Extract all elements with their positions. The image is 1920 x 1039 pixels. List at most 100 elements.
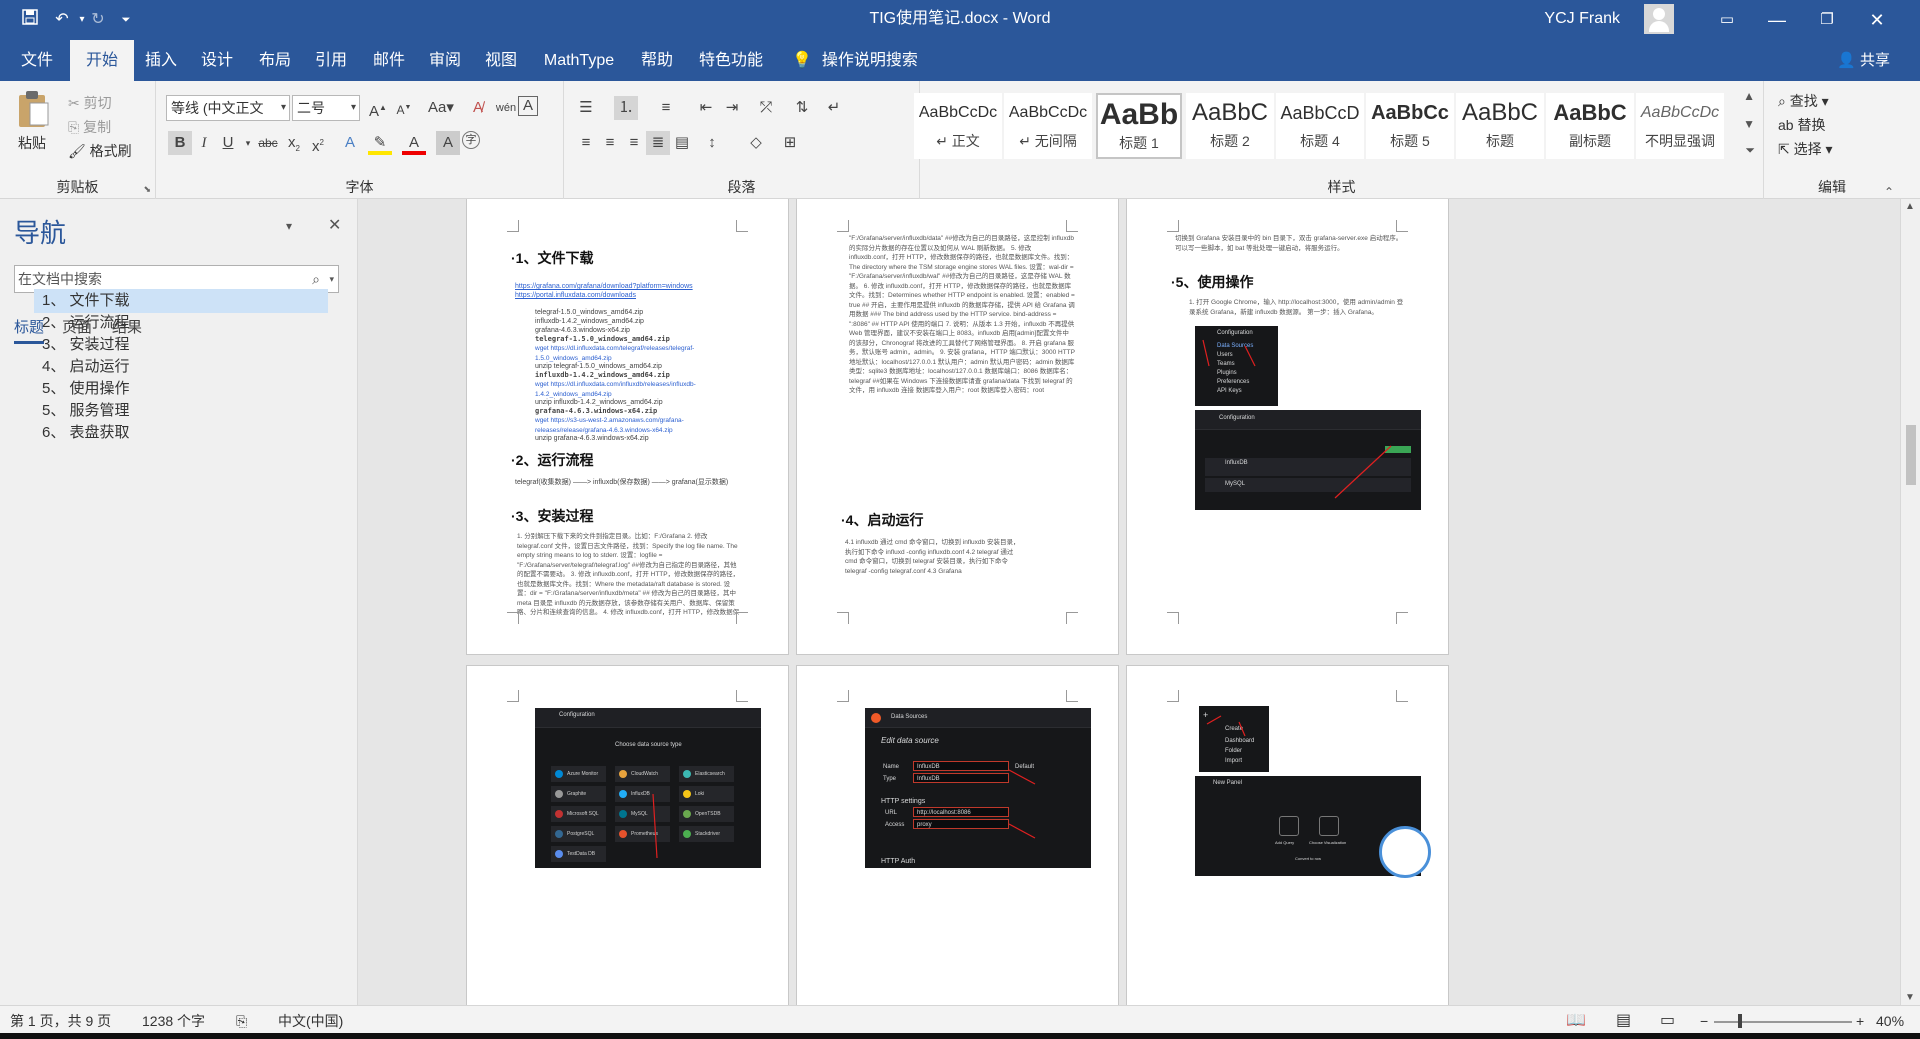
document-page[interactable]: + Create Dashboard Folder Import New Pan… (1126, 665, 1449, 1005)
scroll-down-icon[interactable]: ▼ (1905, 992, 1915, 1003)
select-button[interactable]: ⇱ 选择 ▾ (1778, 139, 1833, 159)
change-case-icon[interactable]: Aa▾ (424, 96, 458, 120)
tab-help[interactable]: 帮助 (634, 40, 680, 81)
nav-options-icon[interactable]: ▾ (286, 219, 292, 233)
copy-button[interactable]: ⎘ 复制 (68, 117, 111, 137)
tab-insert[interactable]: 插入 (138, 40, 184, 81)
restore-icon[interactable]: ❐ (1804, 0, 1850, 40)
web-layout-icon[interactable]: ▭ (1660, 1006, 1675, 1036)
style-no-spacing[interactable]: AaBbCcDc ↵ 无间隔 (1004, 93, 1092, 159)
cut-button[interactable]: ✂ 剪切 (68, 93, 112, 113)
word-count[interactable]: 1238 个字 (142, 1006, 205, 1036)
zoom-slider[interactable] (1714, 1021, 1852, 1023)
nav-close-icon[interactable]: ✕ (328, 215, 341, 235)
borders-icon[interactable]: ⊞ (778, 131, 802, 155)
align-left-icon[interactable]: ≡ (574, 131, 598, 155)
document-page[interactable]: ·1、文件下载 https://grafana.com/grafana/down… (466, 199, 789, 655)
read-mode-icon[interactable]: 📖 (1566, 1006, 1586, 1036)
language[interactable]: 中文(中国) (278, 1006, 343, 1036)
text-effects-icon[interactable]: A (338, 131, 362, 155)
nav-heading-item[interactable]: 5、 服务管理 (34, 399, 328, 423)
tab-references[interactable]: 引用 (308, 40, 354, 81)
font-size-combo[interactable]: 二号 ▾ (292, 95, 360, 121)
tell-me-search[interactable]: 💡 操作说明搜索 (792, 40, 918, 81)
vertical-scrollbar[interactable]: ▲ ▼ (1900, 199, 1920, 1005)
scroll-up-icon[interactable]: ▲ (1905, 201, 1915, 212)
nav-heading-item[interactable]: 6、 表盘获取 (34, 421, 328, 445)
subscript-icon[interactable]: x2 (282, 131, 306, 155)
style-heading-2[interactable]: AaBbC 标题 2 (1186, 93, 1274, 159)
font-name-combo[interactable]: 等线 (中文正文 ▾ (166, 95, 290, 121)
bold-icon[interactable]: B (168, 131, 192, 155)
nav-heading-item[interactable]: 2、 运行流程 (34, 311, 328, 335)
tab-mathtype[interactable]: MathType (536, 40, 622, 81)
scroll-thumb[interactable] (1906, 425, 1916, 485)
chinese-layout-icon[interactable]: ⤱ (754, 96, 778, 120)
clear-formatting-icon[interactable]: A̸ (466, 96, 490, 120)
ribbon-display-options-icon[interactable]: ▭ (1704, 0, 1750, 40)
nav-heading-item[interactable]: 3、 安装过程 (34, 333, 328, 357)
save-icon[interactable] (18, 9, 42, 31)
tab-review[interactable]: 审阅 (422, 40, 468, 81)
zoom-slider-thumb[interactable] (1738, 1014, 1742, 1028)
show-marks-icon[interactable]: ↵ (822, 96, 846, 120)
align-center-icon[interactable]: ≡ (598, 131, 622, 155)
style-normal[interactable]: AaBbCcDc ↵ 正文 (914, 93, 1002, 159)
style-subtle-emphasis[interactable]: AaBbCcDc 不明显强调 (1636, 93, 1724, 159)
zoom-in-icon[interactable]: + (1856, 1006, 1864, 1036)
styles-scroll-down-icon[interactable]: ▼ (1743, 117, 1755, 131)
multilevel-list-icon[interactable]: ≡ (654, 96, 678, 120)
paste-button[interactable]: 粘贴 (16, 89, 56, 151)
style-subtitle[interactable]: AaBbC 副标题 (1546, 93, 1634, 159)
document-canvas[interactable]: ·1、文件下载 https://grafana.com/grafana/down… (359, 199, 1900, 1005)
page-count[interactable]: 第 1 页，共 9 页 (10, 1006, 111, 1036)
format-painter-button[interactable]: 🖌 格式刷 (68, 141, 132, 161)
numbering-icon[interactable]: ⒈ (614, 96, 638, 120)
avatar[interactable] (1644, 4, 1674, 34)
document-page[interactable]: Data Sources Edit data source Name Influ… (796, 665, 1119, 1005)
style-heading-4[interactable]: AaBbCcD 标题 4 (1276, 93, 1364, 159)
enclose-characters-icon[interactable]: 字 (462, 131, 480, 149)
nav-heading-item[interactable]: 1、 文件下载 (34, 289, 328, 313)
grow-font-icon[interactable]: A▲ (366, 96, 390, 120)
chevron-down-icon[interactable]: ▾ (329, 266, 334, 292)
replace-button[interactable]: ab 替换 (1778, 115, 1825, 135)
print-layout-icon[interactable]: ▤ (1616, 1006, 1631, 1036)
tab-layout[interactable]: 布局 (252, 40, 298, 81)
highlight-icon[interactable]: ✎ (368, 131, 392, 155)
italic-icon[interactable]: I (192, 131, 216, 155)
shrink-font-icon[interactable]: A▼ (392, 96, 416, 120)
redo-icon[interactable]: ↻ (86, 9, 110, 31)
shading-icon[interactable]: ◇ (744, 131, 768, 155)
minimize-icon[interactable]: — (1754, 0, 1800, 40)
strikethrough-icon[interactable]: abc (256, 131, 280, 155)
proofing-icon[interactable]: ⎘ (236, 1006, 247, 1036)
find-button[interactable]: ⌕ 查找 ▾ (1778, 91, 1829, 111)
character-border-icon[interactable]: A (518, 96, 538, 116)
share-button[interactable]: 👤 共享 (1837, 40, 1890, 81)
tab-features[interactable]: 特色功能 (690, 40, 772, 81)
user-name[interactable]: YCJ Frank (1544, 0, 1620, 38)
zoom-level[interactable]: 40% (1876, 1006, 1904, 1036)
font-color-icon[interactable]: A (402, 131, 426, 155)
styles-more-icon[interactable]: ⏷ (1745, 143, 1755, 158)
customize-quick-access-icon[interactable]: ⏷ (114, 9, 138, 31)
nav-heading-item[interactable]: 4、 启动运行 (34, 355, 328, 379)
doc-link[interactable]: https://grafana.com/grafana/download?pla… (515, 282, 693, 291)
document-page[interactable]: "F:/Grafana/server/influxdb/data" ##修改为自… (796, 199, 1119, 655)
styles-scroll-up-icon[interactable]: ▲ (1743, 89, 1755, 103)
bullets-icon[interactable]: ☰ (574, 96, 598, 120)
close-icon[interactable]: ✕ (1854, 0, 1900, 40)
phonetic-guide-icon[interactable]: wén (494, 96, 518, 120)
tab-file[interactable]: 文件 (8, 40, 66, 81)
tab-design[interactable]: 设计 (194, 40, 240, 81)
style-heading-1[interactable]: AaBb 标题 1 (1096, 93, 1182, 159)
style-title[interactable]: AaBbC 标题 (1456, 93, 1544, 159)
sort-icon[interactable]: ⇅ (790, 96, 814, 120)
doc-link[interactable]: https://portal.influxdata.com/downloads (515, 291, 636, 300)
distributed-icon[interactable]: ▤ (670, 131, 694, 155)
justify-icon[interactable]: ≣ (646, 131, 670, 155)
line-spacing-icon[interactable]: ↕ (700, 131, 724, 155)
decrease-indent-icon[interactable]: ⇤ (694, 96, 718, 120)
zoom-out-icon[interactable]: − (1700, 1006, 1708, 1036)
